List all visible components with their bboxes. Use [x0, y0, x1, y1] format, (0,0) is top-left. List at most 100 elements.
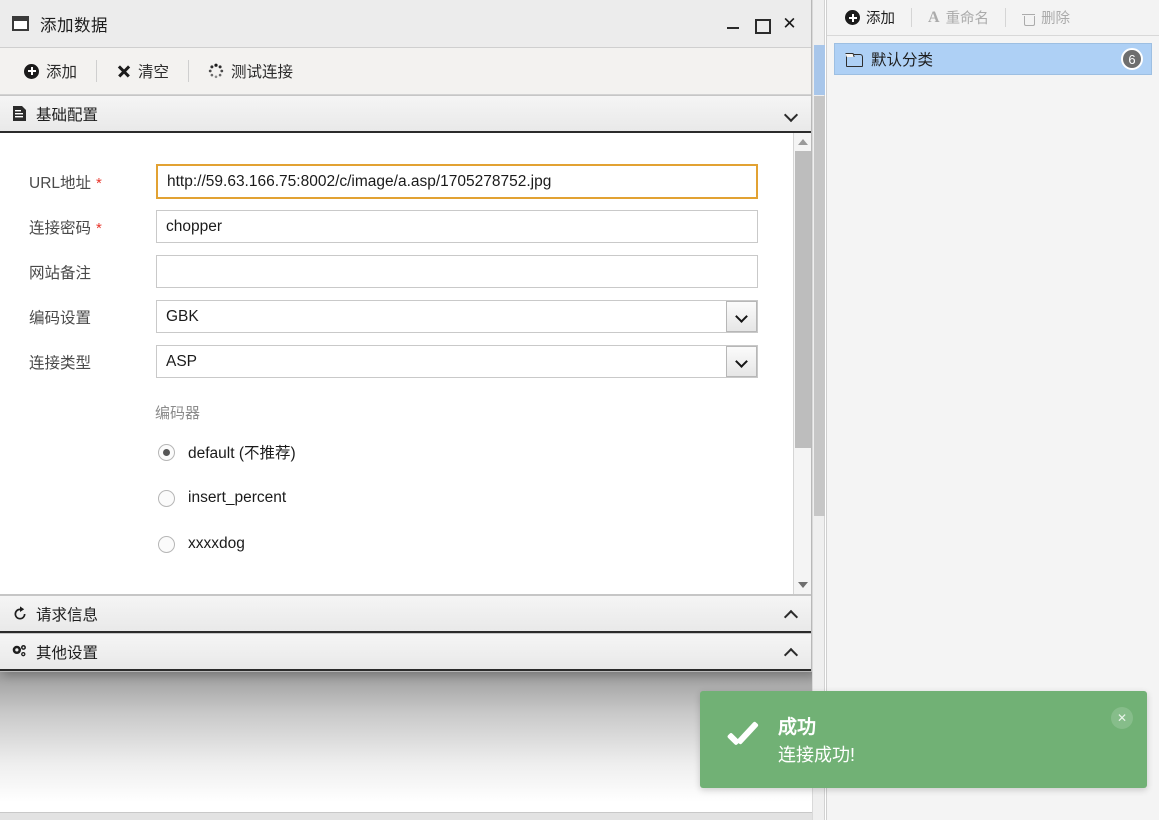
label-password-text: 连接密码	[29, 219, 92, 237]
window-icon	[12, 16, 29, 31]
category-rename-button[interactable]: A 重命名	[920, 4, 997, 31]
section-header-request-info[interactable]: 请求信息	[0, 595, 811, 633]
check-icon	[722, 720, 762, 760]
toolbar-test-connection-button[interactable]: 测试连接	[198, 56, 303, 86]
toast-close-button[interactable]: ✕	[1111, 707, 1133, 729]
category-item-label: 默认分类	[871, 52, 934, 69]
category-toolbar-separator	[911, 8, 912, 27]
encoder-option-default[interactable]: default (不推荐)	[0, 429, 793, 475]
toolbar-clear-button[interactable]: 清空	[106, 56, 179, 86]
window-scrollbar-thumb-top[interactable]	[814, 45, 825, 95]
spinner-icon	[208, 63, 224, 79]
document-icon	[11, 105, 28, 122]
encoder-option-xxxxdog[interactable]: xxxxdog	[0, 521, 793, 567]
basic-config-panel: URL地址* 连接密码* 网站备注	[0, 133, 811, 595]
label-remark: 网站备注	[29, 261, 156, 283]
encoding-select-value: GBK	[156, 300, 758, 333]
label-encoding: 编码设置	[29, 306, 156, 328]
encoding-select-button[interactable]	[726, 301, 757, 332]
dialog-title: 添加数据	[40, 16, 108, 35]
minimize-button[interactable]	[726, 16, 741, 32]
field-conn-type-wrap: ASP	[156, 345, 758, 378]
trash-icon	[1022, 11, 1036, 26]
plus-circle-icon	[845, 10, 860, 25]
success-toast: 成功 连接成功! ✕	[700, 691, 1147, 788]
toolbar-test-connection-label: 测试连接	[231, 64, 294, 81]
category-add-label: 添加	[866, 11, 895, 27]
chevron-up-icon[interactable]	[783, 606, 799, 622]
close-button[interactable]: ✕	[782, 15, 797, 32]
label-conn-type: 连接类型	[29, 351, 156, 373]
add-data-dialog: 添加数据 ✕ 添加 清空 测试连接 基础配置 URL地址 * http://59…	[0, 0, 812, 672]
conn-type-select-value: ASP	[156, 345, 758, 378]
radio-icon[interactable]	[158, 535, 175, 553]
encoder-option-xxxxdog-label: xxxxdog	[188, 535, 245, 552]
status-badge: 6	[1121, 48, 1143, 70]
chevron-down-icon[interactable]	[783, 106, 799, 122]
field-remark-wrap	[156, 255, 758, 288]
required-marker: *	[96, 174, 102, 192]
encoder-option-insert-percent[interactable]: insert_percent	[0, 475, 793, 521]
form-row-encoding: 编码设置 GBK	[0, 294, 793, 339]
window-scrollbar-thumb[interactable]	[814, 96, 825, 516]
rename-a-icon: A	[928, 8, 940, 26]
category-toolbar: 添加 A 重命名 删除	[827, 0, 1159, 36]
gears-icon	[11, 643, 28, 660]
encoding-select[interactable]: GBK	[156, 300, 758, 333]
dialog-titlebar[interactable]: 添加数据 ✕	[0, 0, 811, 48]
label-encoding-text: 编码设置	[29, 309, 92, 327]
label-url-text: URL地址	[29, 174, 92, 192]
label-remark-text: 网站备注	[29, 264, 92, 282]
form-body: URL地址* 连接密码* 网站备注	[0, 133, 793, 594]
screen-root: 添加数据 ✕ 添加 清空 测试连接 基础配置 URL地址 * http://59…	[0, 0, 1159, 820]
conn-type-select[interactable]: ASP	[156, 345, 758, 378]
password-input[interactable]	[156, 210, 758, 243]
encoder-option-insert-percent-label: insert_percent	[188, 489, 287, 506]
triangle-down-icon	[797, 582, 808, 588]
category-add-button[interactable]: 添加	[837, 4, 903, 31]
plus-circle-icon	[24, 63, 39, 79]
list-item[interactable]: 默认分类 6	[834, 43, 1152, 75]
section-title-other-settings: 其他设置	[36, 644, 99, 662]
toolbar-separator	[96, 60, 98, 82]
form-row-url: URL地址 *	[0, 159, 793, 204]
radio-icon-selected[interactable]	[158, 443, 175, 461]
scrollbar-track[interactable]	[794, 151, 812, 576]
label-password: 连接密码 *	[29, 216, 156, 238]
chevron-down-icon	[735, 310, 748, 323]
conn-type-select-button[interactable]	[726, 346, 757, 377]
encoder-option-default-label: default (不推荐)	[188, 445, 296, 462]
form-vertical-scrollbar[interactable]	[793, 133, 811, 594]
toast-message: 连接成功!	[778, 745, 856, 765]
toolbar-add-label: 添加	[46, 64, 78, 81]
toast-body: 成功 连接成功!	[778, 712, 855, 767]
chevron-down-icon	[735, 355, 748, 368]
encoder-group-label: 编码器	[155, 405, 201, 422]
scroll-down-button[interactable]	[794, 576, 812, 594]
form-row-conn-type: 连接类型 ASP	[0, 339, 793, 384]
remark-input[interactable]	[156, 255, 758, 288]
section-header-other-settings[interactable]: 其他设置	[0, 633, 811, 671]
radio-icon[interactable]	[158, 489, 175, 507]
triangle-up-icon	[797, 139, 808, 145]
window-controls: ✕	[726, 15, 801, 34]
field-url-wrap	[156, 164, 758, 199]
form-row-password: 连接密码 *	[0, 204, 793, 249]
chevron-up-icon[interactable]	[783, 644, 799, 660]
required-marker: *	[96, 219, 102, 237]
label-conn-type-text: 连接类型	[29, 354, 92, 372]
scrollbar-thumb[interactable]	[794, 151, 811, 448]
form-row-remark: 网站备注	[0, 249, 793, 294]
label-url: URL地址 *	[29, 171, 156, 193]
section-title-request-info: 请求信息	[36, 606, 99, 624]
toolbar-add-button[interactable]: 添加	[14, 56, 87, 86]
category-delete-button[interactable]: 删除	[1014, 4, 1078, 31]
category-toolbar-separator	[1005, 8, 1007, 27]
maximize-button[interactable]	[754, 16, 771, 34]
section-header-basic-config[interactable]: 基础配置	[0, 95, 811, 133]
scroll-up-button[interactable]	[794, 133, 812, 151]
field-encoding-wrap: GBK	[156, 300, 758, 333]
url-input[interactable]	[156, 164, 758, 199]
category-delete-label: 删除	[1041, 11, 1071, 27]
section-title-basic-config: 基础配置	[36, 106, 99, 124]
